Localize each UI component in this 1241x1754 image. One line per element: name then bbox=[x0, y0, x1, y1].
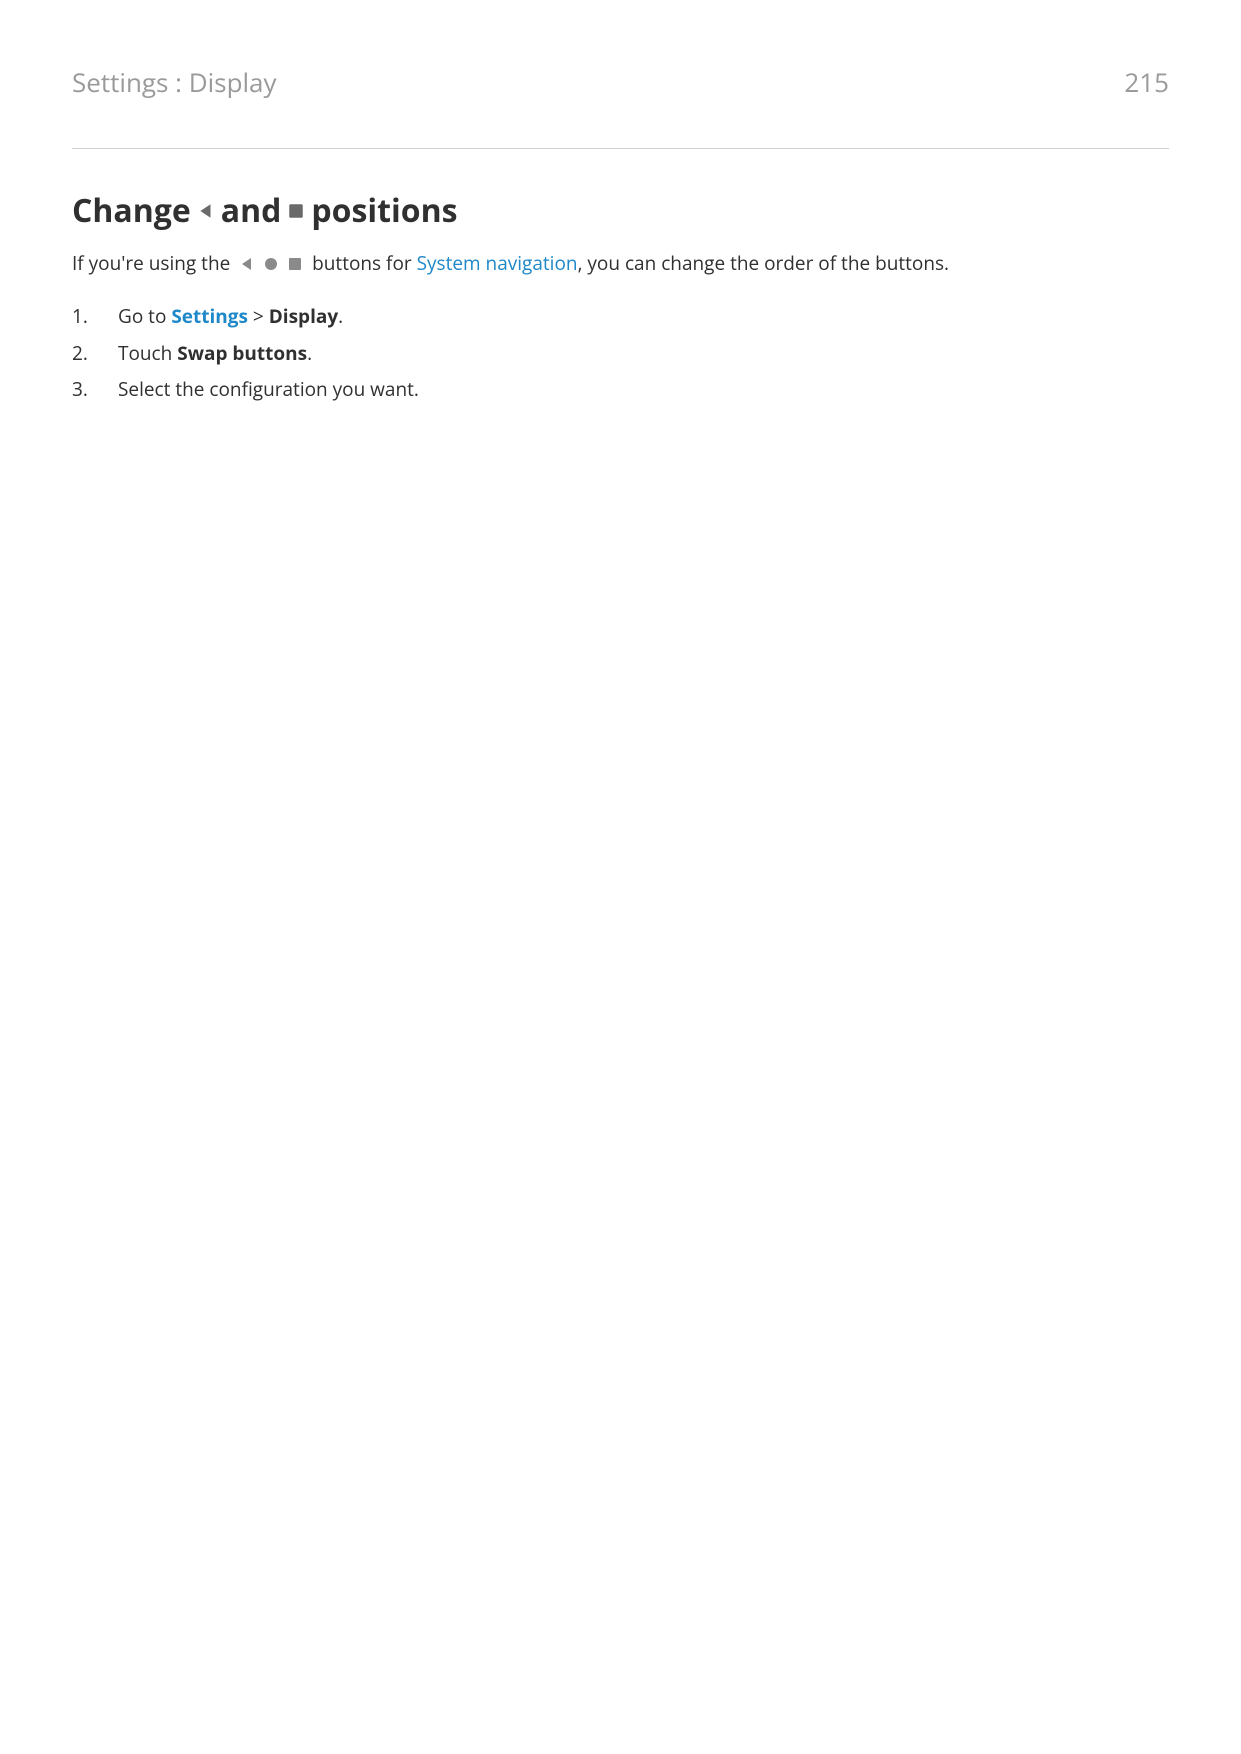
intro-part2: buttons for bbox=[312, 250, 416, 276]
back-triangle-icon bbox=[197, 202, 215, 220]
recent-icon bbox=[287, 252, 303, 279]
heading-part2: and bbox=[221, 189, 282, 232]
main-heading: Change and positions bbox=[72, 189, 1169, 232]
step-2-prefix: Touch bbox=[118, 340, 177, 366]
page-number: 215 bbox=[1124, 64, 1169, 100]
breadcrumb: Settings : Display bbox=[72, 64, 277, 100]
step-1-bold: Display bbox=[269, 303, 338, 329]
step-2-bold: Swap buttons bbox=[177, 340, 307, 366]
step-2-suffix: . bbox=[307, 340, 312, 366]
square-icon bbox=[287, 202, 305, 220]
steps-list: Go to Settings > Display. Touch Swap but… bbox=[72, 300, 1169, 405]
step-1-separator: > bbox=[248, 303, 269, 329]
step-1: Go to Settings > Display. bbox=[72, 300, 1169, 332]
intro-part3: , you can change the order of the button… bbox=[578, 250, 949, 276]
heading-part3: positions bbox=[311, 189, 457, 232]
step-1-suffix: . bbox=[338, 303, 343, 329]
page-header: Settings : Display 215 bbox=[72, 64, 1169, 149]
step-3-prefix: Select the configuration you want. bbox=[118, 376, 419, 402]
step-2: Touch Swap buttons. bbox=[72, 337, 1169, 369]
settings-link[interactable]: Settings bbox=[171, 303, 248, 329]
system-navigation-link[interactable]: System navigation bbox=[417, 250, 578, 276]
back-icon bbox=[239, 252, 255, 279]
nav-buttons-icon-group bbox=[239, 252, 303, 279]
intro-part1: If you're using the bbox=[72, 250, 230, 276]
intro-paragraph: If you're using the buttons for System n… bbox=[72, 250, 1169, 278]
home-icon bbox=[263, 252, 279, 279]
step-1-prefix: Go to bbox=[118, 303, 171, 329]
heading-part1: Change bbox=[72, 189, 191, 232]
step-3: Select the configuration you want. bbox=[72, 373, 1169, 405]
